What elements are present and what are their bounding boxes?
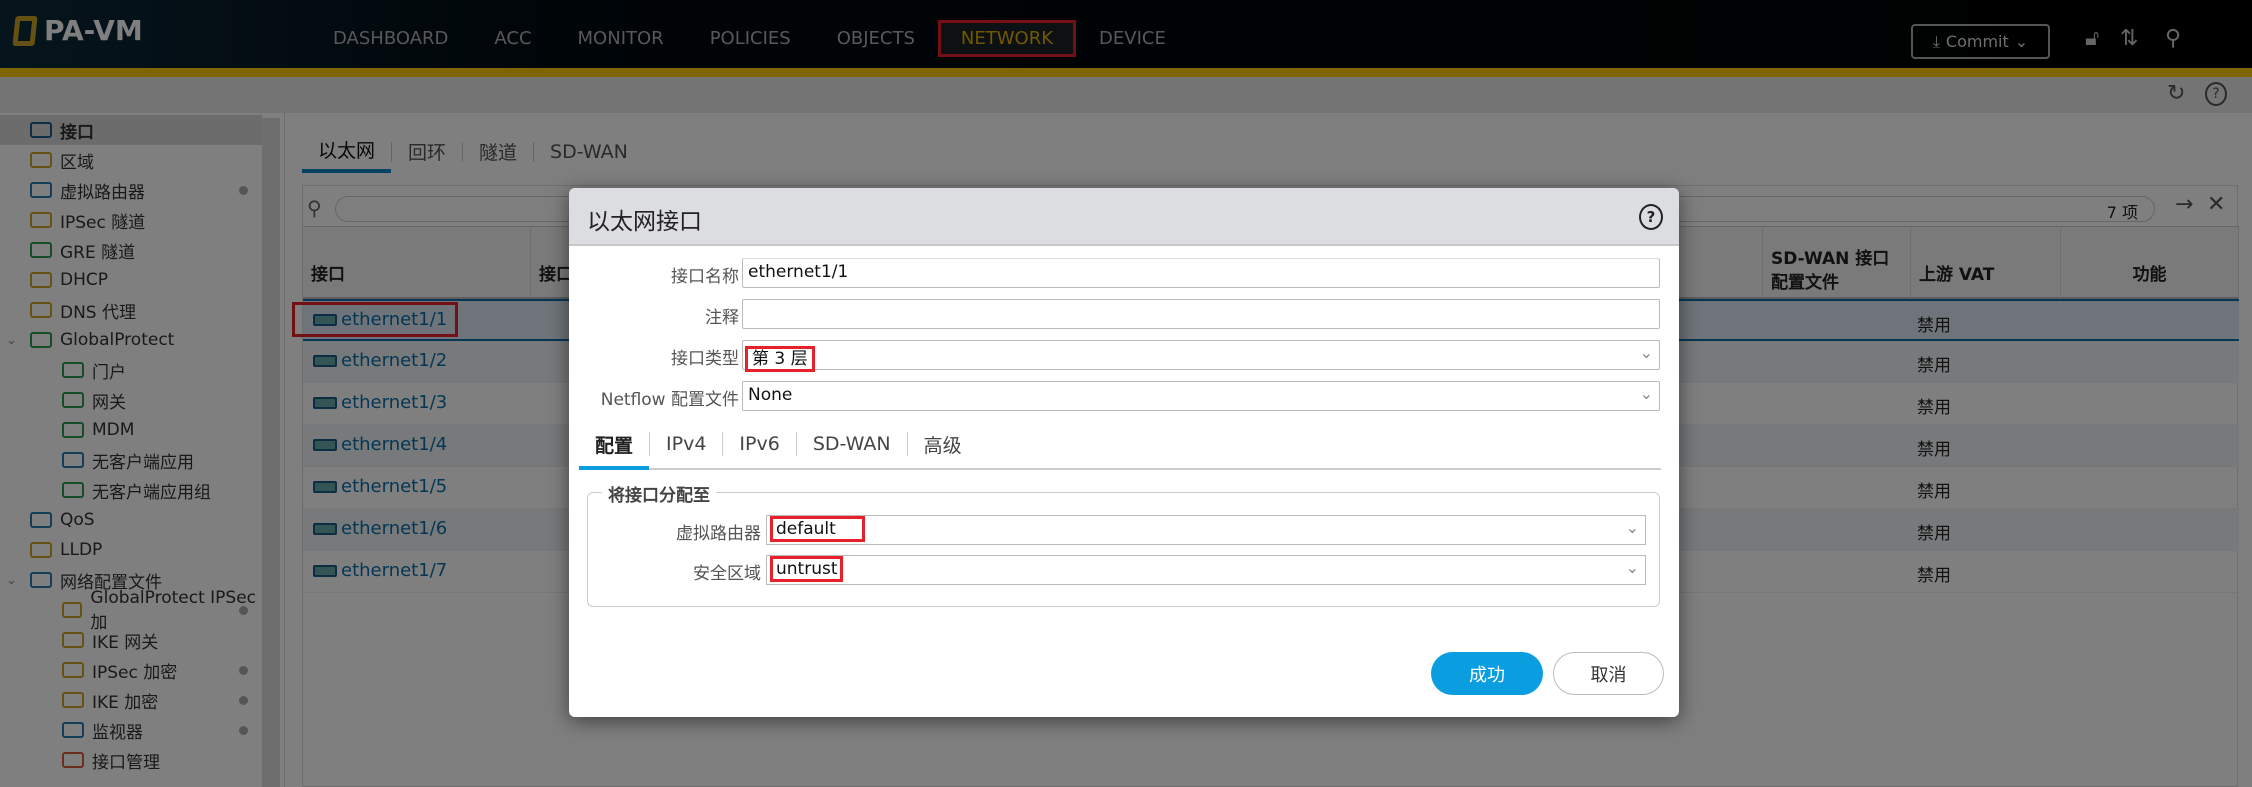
interface-type-value: 第 3 层 bbox=[745, 346, 815, 372]
virtual-router-select[interactable]: default ⌄ bbox=[766, 515, 1646, 545]
interface-name-row: 接口名称 ethernet1/1 bbox=[569, 258, 1679, 288]
interface-name-field[interactable]: ethernet1/1 bbox=[742, 258, 1660, 288]
assign-legend: 将接口分配至 bbox=[602, 481, 716, 506]
interface-type-label: 接口类型 bbox=[671, 349, 739, 369]
interface-type-select[interactable]: 第 3 层 ⌄ bbox=[742, 340, 1660, 372]
netflow-row: Netflow 配置文件 None ⌄ bbox=[569, 381, 1679, 411]
ok-button[interactable]: 成功 bbox=[1431, 652, 1543, 695]
ethernet-interface-dialog: 以太网接口 ? 接口名称 ethernet1/1 注释 接口类型 第 3 层 ⌄ … bbox=[569, 188, 1679, 717]
assign-interface-group: 将接口分配至 虚拟路由器 default ⌄ 安全区域 untrust ⌄ bbox=[587, 481, 1661, 607]
netflow-profile-select[interactable]: None ⌄ bbox=[742, 381, 1660, 411]
dialog-title: 以太网接口 bbox=[587, 209, 702, 235]
comment-label: 注释 bbox=[705, 308, 739, 328]
netflow-label: Netflow 配置文件 bbox=[600, 390, 739, 410]
security-zone-value: untrust bbox=[770, 556, 843, 582]
comment-row: 注释 bbox=[569, 299, 1679, 329]
interface-type-row: 接口类型 第 3 层 ⌄ bbox=[569, 340, 1679, 372]
interface-name-label: 接口名称 bbox=[671, 267, 739, 287]
virtual-router-label: 虚拟路由器 bbox=[676, 524, 761, 544]
chevron-down-icon: ⌄ bbox=[1625, 558, 1639, 577]
security-zone-select[interactable]: untrust ⌄ bbox=[766, 555, 1646, 585]
virtual-router-row: 虚拟路由器 default ⌄ bbox=[588, 515, 1661, 545]
dialog-tabs: 配置 IPv4 IPv6 SD-WAN 高级 bbox=[579, 420, 1661, 470]
help-icon[interactable]: ? bbox=[1639, 204, 1663, 230]
chevron-down-icon: ⌄ bbox=[1625, 518, 1639, 537]
virtual-router-value: default bbox=[770, 516, 865, 542]
security-zone-label: 安全区域 bbox=[693, 564, 761, 584]
security-zone-row: 安全区域 untrust ⌄ bbox=[588, 555, 1661, 585]
dialog-tab-4[interactable]: 高级 bbox=[908, 431, 978, 458]
dialog-header: 以太网接口 ? bbox=[569, 188, 1679, 246]
cancel-button[interactable]: 取消 bbox=[1553, 652, 1664, 695]
dialog-tab-2[interactable]: IPv6 bbox=[723, 433, 795, 455]
dialog-tab-0[interactable]: 配置 bbox=[579, 431, 650, 470]
netflow-value: None bbox=[748, 385, 793, 405]
dialog-tab-3[interactable]: SD-WAN bbox=[797, 433, 907, 455]
comment-field[interactable] bbox=[742, 299, 1660, 329]
chevron-down-icon: ⌄ bbox=[1639, 384, 1653, 403]
chevron-down-icon: ⌄ bbox=[1639, 343, 1653, 362]
dialog-tab-1[interactable]: IPv4 bbox=[650, 433, 722, 455]
